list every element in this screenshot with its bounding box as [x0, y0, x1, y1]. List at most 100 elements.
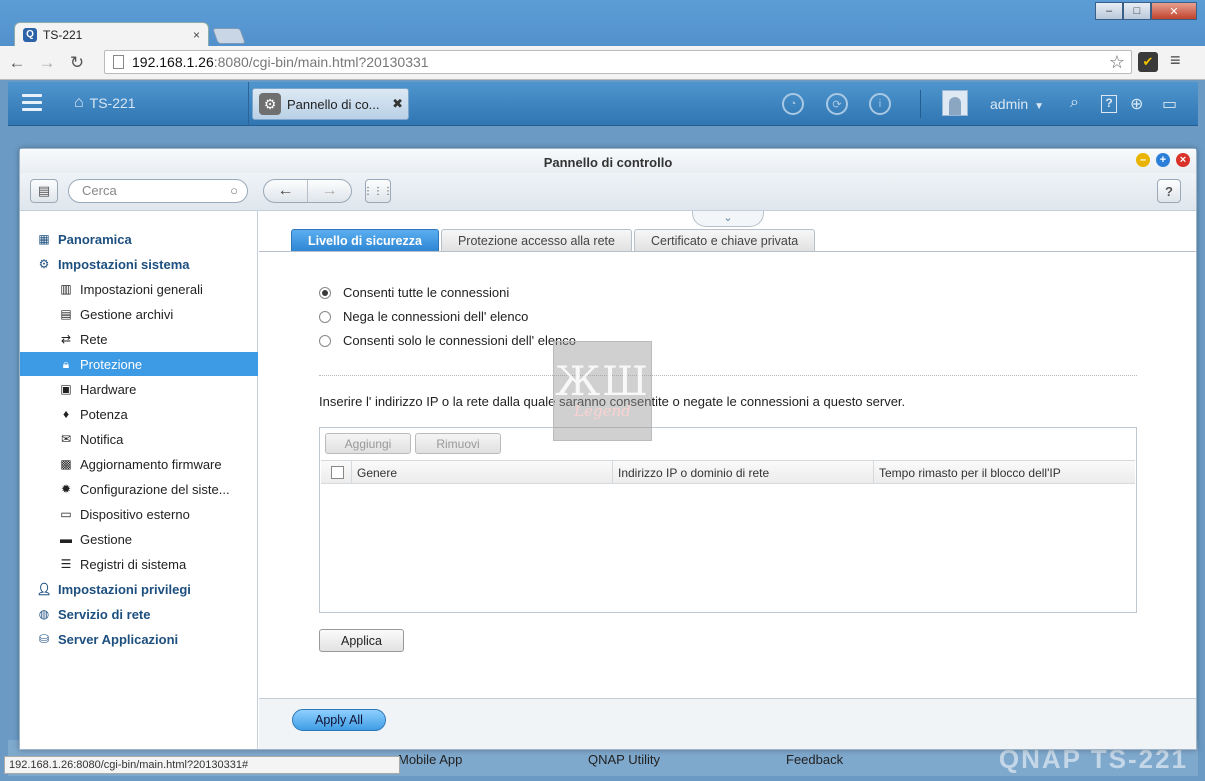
window-title: Pannello di controllo: [20, 149, 1196, 173]
search-icon[interactable]: ⌕: [1070, 94, 1079, 112]
language-globe-icon[interactable]: ⊕: [1130, 94, 1143, 114]
main-menu-icon[interactable]: [22, 94, 42, 112]
search-input[interactable]: Cerca ○: [68, 179, 248, 203]
radio-deny-list[interactable]: Nega le connessioni dell' elenco: [319, 309, 528, 324]
apply-all-button[interactable]: Apply All: [292, 709, 386, 731]
sidebar-item-gestione[interactable]: ▬ Gestione: [20, 527, 258, 551]
desktop-item-feedback[interactable]: Feedback: [786, 752, 843, 767]
close-window-button[interactable]: ✕: [1151, 2, 1197, 20]
forward-arrow-icon[interactable]: →: [307, 180, 351, 202]
help-icon[interactable]: ?: [1101, 95, 1117, 113]
storage-icon: ▤: [60, 307, 72, 321]
sidebar-item-notifica[interactable]: ✉ Notifica: [20, 427, 258, 451]
radio-label: Nega le connessioni dell' elenco: [343, 309, 529, 324]
grid-icon: ▦: [38, 232, 50, 246]
collapse-chevron-icon[interactable]: ⌄: [692, 211, 764, 227]
maximize-button[interactable]: □: [1123, 2, 1151, 20]
radio-button[interactable]: [319, 334, 331, 347]
browser-tab[interactable]: Q TS-221 ×: [14, 22, 209, 46]
sidebar-item-label: Gestione archivi: [80, 306, 174, 322]
divider: [920, 90, 921, 118]
sidebar-item-registri-sistema[interactable]: ☰ Registri di sistema: [20, 552, 258, 576]
qnap-favicon-icon: Q: [23, 27, 37, 42]
control-panel-toolbar: ▤ Cerca ○ ← → ⋮⋮⋮ ?: [20, 173, 1196, 211]
info-icon[interactable]: i: [869, 93, 891, 115]
minimize-icon[interactable]: –: [1136, 153, 1150, 167]
remove-button[interactable]: Rimuovi: [415, 433, 501, 454]
tab-close-icon[interactable]: ×: [193, 28, 200, 42]
apply-button[interactable]: Applica: [319, 629, 404, 652]
reload-icon[interactable]: ↻: [64, 53, 90, 73]
radio-label: Consenti solo le connessioni dell' elenc…: [343, 333, 577, 348]
sidebar-item-panoramica[interactable]: ▦ Panoramica: [20, 227, 258, 251]
select-all-checkbox[interactable]: [331, 466, 344, 479]
sidebar-item-label: Panoramica: [58, 231, 132, 247]
address-bar[interactable]: 192.168.1.26:8080/cgi-bin/main.html?2013…: [104, 50, 1132, 74]
radio-button[interactable]: [319, 286, 331, 299]
sidebar-toggle-button[interactable]: ▤: [30, 179, 58, 203]
background-tasks-icon[interactable]: ◔: [782, 93, 804, 115]
tab-protezione-accesso-rete[interactable]: Protezione accesso alla rete: [440, 229, 632, 251]
browser-menu-icon[interactable]: ≡: [1170, 50, 1181, 71]
history-navigation: ← →: [263, 179, 352, 203]
sidebar-item-gestione-archivi[interactable]: ▤ Gestione archivi: [20, 302, 258, 326]
sidebar: ▦ Panoramica ⚙ Impostazioni sistema ▥ Impos…: [20, 211, 258, 749]
sidebar-item-configurazione-sistema[interactable]: ✹ Configurazione del siste...: [20, 477, 258, 501]
search-icon: ○: [230, 183, 238, 198]
sidebar-item-label: Rete: [80, 331, 108, 347]
bookmark-star-icon[interactable]: ☆: [1109, 52, 1125, 73]
radio-allow-all[interactable]: Consenti tutte le connessioni: [319, 285, 509, 300]
external-device-icon: ▭: [60, 507, 72, 521]
column-header-tempo-blocco[interactable]: Tempo rimasto per il blocco dell'IP: [873, 461, 1135, 484]
radio-label: Consenti tutte le connessioni: [343, 285, 510, 300]
back-icon[interactable]: ←: [4, 53, 30, 73]
extension-icon[interactable]: ✔: [1138, 52, 1158, 72]
column-header-indirizzo[interactable]: Indirizzo IP o dominio di rete: [612, 461, 873, 484]
status-bar-url: 192.168.1.26:8080/cgi-bin/main.html?2013…: [4, 756, 400, 774]
sidebar-item-impostazioni-privilegi[interactable]: 👤︎ Impostazioni privilegi: [20, 577, 258, 601]
add-button[interactable]: Aggiungi: [325, 433, 411, 454]
avatar[interactable]: [942, 90, 968, 116]
footer: Apply All: [259, 698, 1196, 749]
maximize-icon[interactable]: +: [1156, 153, 1170, 167]
user-menu[interactable]: admin ▼: [990, 96, 1044, 112]
tab-strip: Q TS-221 ×: [14, 22, 246, 46]
sidebar-item-impostazioni-sistema[interactable]: ⚙ Impostazioni sistema: [20, 252, 258, 276]
back-arrow-icon[interactable]: ←: [264, 180, 307, 202]
sidebar-item-hardware[interactable]: ▣ Hardware: [20, 377, 258, 401]
external-device-icon[interactable]: ⟳: [826, 93, 848, 115]
radio-allow-list[interactable]: Consenti solo le connessioni dell' elenc…: [319, 333, 576, 348]
sidebar-item-rete[interactable]: ⇄ Rete: [20, 327, 258, 351]
sidebar-item-aggiornamento-firmware[interactable]: ▩ Aggiornamento firmware: [20, 452, 258, 476]
url-path: :8080/cgi-bin/main.html?20130331: [213, 54, 429, 70]
radio-button[interactable]: [319, 310, 331, 323]
close-app-icon[interactable]: ✖: [392, 96, 403, 112]
sidebar-item-impostazioni-generali[interactable]: ▥ Impostazioni generali: [20, 277, 258, 301]
close-icon[interactable]: ×: [1176, 153, 1190, 167]
sidebar-item-dispositivo-esterno[interactable]: ▭ Dispositivo esterno: [20, 502, 258, 526]
sidebar-item-potenza[interactable]: ♦ Potenza: [20, 402, 258, 426]
open-app-tab[interactable]: ⚙ Pannello di co... ✖: [252, 88, 409, 120]
tab-certificato-chiave[interactable]: Certificato e chiave privata: [633, 229, 816, 251]
sidebar-item-protezione[interactable]: 🔒︎ Protezione: [20, 352, 258, 376]
home-button[interactable]: ⌂ TS-221: [74, 94, 136, 112]
sidebar-item-label: Servizio di rete: [58, 606, 151, 622]
sidebar-item-label: Configurazione del siste...: [80, 481, 230, 497]
column-header-genere[interactable]: Genere: [351, 461, 612, 484]
new-tab-button[interactable]: [212, 28, 246, 44]
sidebar-item-label: Gestione: [80, 531, 133, 547]
sidebar-item-label: Potenza: [80, 406, 128, 422]
minimize-button[interactable]: –: [1095, 2, 1123, 20]
tab-livello-sicurezza[interactable]: Livello di sicurezza: [291, 229, 439, 251]
window-controls: – □ ✕: [1095, 2, 1197, 20]
help-button[interactable]: ?: [1157, 179, 1181, 203]
forward-icon[interactable]: →: [34, 53, 60, 73]
sidebar-item-servizio-rete[interactable]: ◍ Servizio di rete: [20, 602, 258, 626]
sidebar-item-server-applicazioni[interactable]: ⛁ Server Applicazioni: [20, 627, 258, 651]
all-apps-button[interactable]: ⋮⋮⋮: [363, 179, 393, 203]
desktop-item-mobile-app[interactable]: Mobile App: [398, 752, 462, 767]
desktop-item-qnap-utility[interactable]: QNAP Utility: [588, 752, 660, 767]
desktop-preferences-icon[interactable]: ▭: [1162, 94, 1177, 114]
config-icon: ✹: [60, 482, 72, 496]
bulb-icon: ♦: [62, 407, 70, 421]
